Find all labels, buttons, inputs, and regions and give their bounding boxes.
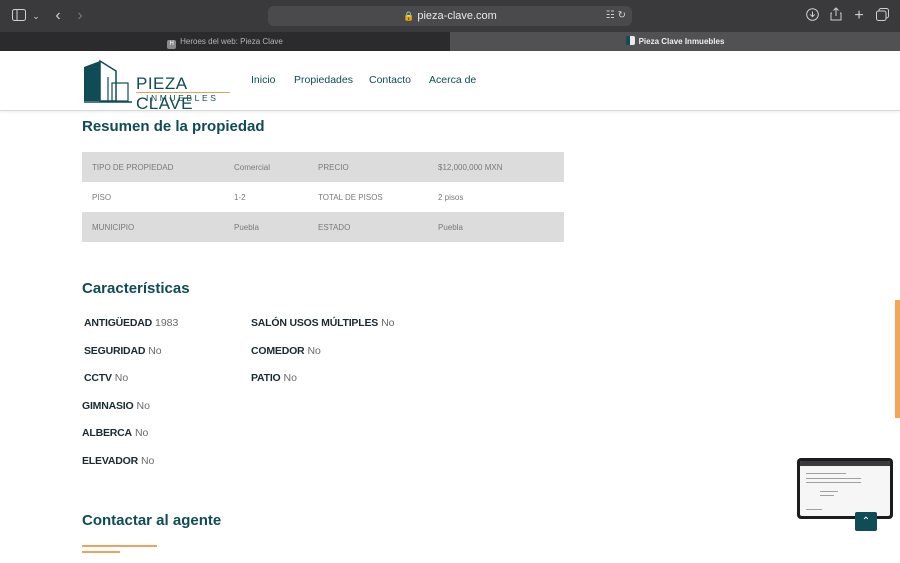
reload-icon[interactable]: ↻ [618, 10, 626, 21]
table-cell: 2 pisos [438, 192, 464, 202]
table-cell: ESTADO [308, 212, 428, 242]
building-logo-icon [84, 59, 132, 103]
table-cell: $12,000,000 MXN [428, 152, 564, 182]
tab-bar: H Heroes del web: Pieza Clave Pieza Clave… [0, 32, 900, 51]
feature-item: ALBERCA No [82, 427, 148, 439]
nav-contacto[interactable]: Contacto [369, 74, 411, 86]
logo-subtitle: INMUEBLES [146, 93, 219, 103]
feature-label: ELEVADOR [82, 455, 138, 467]
features-heading: Características [82, 280, 190, 297]
feature-item: SALÓN USOS MÚLTIPLES No [251, 317, 395, 329]
feature-label: ALBERCA [82, 427, 132, 439]
feature-item: PATIO No [251, 372, 297, 384]
preview-line [806, 478, 861, 479]
table-cell: Puebla [428, 212, 564, 242]
forward-icon[interactable]: › [72, 7, 88, 25]
tab-label: Heroes del web: Pieza Clave [180, 37, 283, 46]
translate-icon[interactable]: ☷ [606, 10, 615, 21]
feature-item: ANTIGÜEDAD 1983 [84, 317, 178, 329]
table-row: PISO 1-2 TOTAL DE PISOS 2 pisos [82, 182, 564, 212]
table-cell: MUNICIPIO [82, 212, 224, 242]
preview-line [820, 491, 838, 492]
address-bar[interactable]: 🔒 pieza-clave.com ☷ ↻ [268, 6, 632, 26]
feature-item: ELEVADOR No [82, 455, 154, 467]
preview-content [800, 461, 890, 516]
nav-propiedades[interactable]: Propiedades [294, 74, 353, 86]
table-cell: 1-2 [234, 192, 246, 202]
feature-label: GIMNASIO [82, 400, 134, 412]
heading-underline [82, 545, 157, 547]
tab-heroes[interactable]: H Heroes del web: Pieza Clave [0, 32, 450, 51]
feature-value: No [134, 427, 149, 439]
table-cell: TOTAL DE PISOS [318, 192, 383, 202]
feature-item: SEGURIDAD No [84, 345, 162, 357]
feature-value: No [114, 372, 129, 384]
download-icon[interactable] [804, 7, 820, 25]
feature-label: COMEDOR [251, 345, 305, 357]
contact-heading: Contactar al agente [82, 512, 222, 529]
feature-label: CCTV [84, 372, 112, 384]
preview-line [820, 495, 834, 496]
url-text: pieza-clave.com [417, 10, 497, 22]
scrollbar-thumb[interactable] [895, 300, 900, 418]
feature-value: No [136, 400, 150, 412]
lock-icon: 🔒 [403, 11, 415, 21]
heading-underline-short [82, 551, 120, 553]
site-header: PIEZA CLAVE INMUEBLES Inicio Propiedades… [0, 51, 900, 113]
table-cell: Puebla [224, 212, 308, 242]
nav-inicio[interactable]: Inicio [251, 74, 276, 86]
table-cell: TIPO DE PROPIEDAD [82, 152, 224, 182]
new-tab-icon[interactable]: + [851, 7, 867, 25]
tab-pieza-clave[interactable]: Pieza Clave Inmuebles [450, 32, 900, 51]
favicon-icon: H [167, 40, 177, 49]
feature-item: GIMNASIO No [82, 400, 150, 412]
feature-value: 1983 [155, 317, 179, 329]
chevron-down-icon[interactable]: ⌄ [30, 7, 42, 25]
back-icon[interactable]: ‹ [50, 7, 66, 25]
table-cell: PRECIO [308, 152, 428, 182]
share-icon[interactable] [828, 7, 844, 25]
floating-preview-window[interactable] [797, 458, 893, 519]
feature-label: ANTIGÜEDAD [84, 317, 152, 329]
feature-value: No [148, 345, 162, 357]
table-row: TIPO DE PROPIEDAD Comercial PRECIO $12,0… [82, 152, 564, 182]
table-cell: Comercial [224, 152, 308, 182]
chevron-up-icon: ⌃ [861, 516, 871, 527]
browser-toolbar: ⌄ ‹ › 🔒 pieza-clave.com ☷ ↻ + [0, 0, 900, 32]
summary-heading: Resumen de la propiedad [82, 118, 265, 135]
tab-overview-icon[interactable] [874, 7, 890, 25]
tab-label: Pieza Clave Inmuebles [638, 37, 725, 46]
preview-line [806, 509, 822, 510]
table-cell: PISO [92, 192, 112, 202]
feature-value: No [140, 455, 155, 467]
preview-line [806, 482, 861, 483]
preview-line [806, 473, 846, 474]
favicon-icon [625, 36, 635, 45]
preview-toolbar [800, 461, 890, 466]
feature-label: SALÓN USOS MÚLTIPLES [251, 317, 379, 329]
feature-value: No [307, 345, 321, 357]
scroll-to-top-button[interactable]: ⌃ [855, 512, 877, 531]
feature-item: COMEDOR No [251, 345, 321, 357]
feature-value: No [381, 317, 395, 329]
feature-label: SEGURIDAD [84, 345, 146, 357]
feature-label: PATIO [251, 372, 281, 384]
sidebar-icon[interactable] [10, 7, 28, 25]
table-row: MUNICIPIO Puebla ESTADO Puebla [82, 212, 564, 242]
site-logo[interactable]: PIEZA CLAVE INMUEBLES [82, 59, 232, 113]
nav-acerca-de[interactable]: Acerca de [429, 74, 476, 86]
feature-value: No [283, 372, 297, 384]
feature-item: CCTV No [84, 372, 128, 384]
summary-table: TIPO DE PROPIEDAD Comercial PRECIO $12,0… [82, 152, 564, 242]
